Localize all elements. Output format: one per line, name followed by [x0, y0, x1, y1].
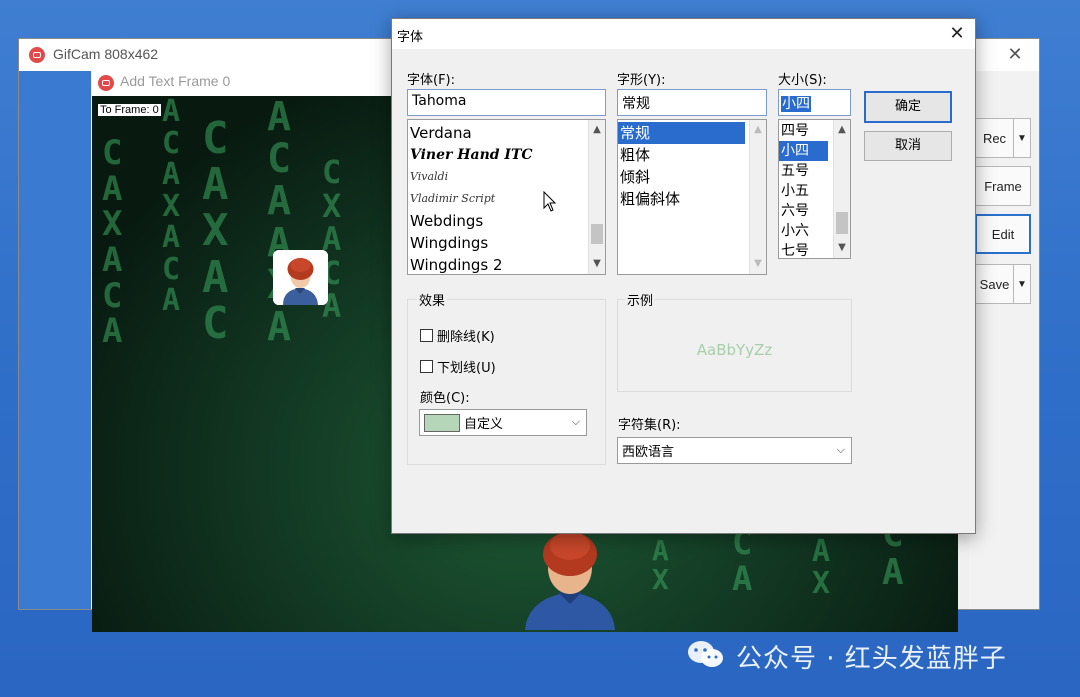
color-swatch [424, 413, 460, 432]
matrix-glyphs-decoration: C A X A C [202, 113, 229, 349]
edit-label: Edit [991, 226, 1015, 242]
list-item[interactable]: 倾斜 [618, 166, 766, 188]
effects-label: 效果 [417, 290, 448, 309]
add-text-title: Add Text Frame 0 [120, 73, 231, 89]
font-label: 字体(F): [407, 73, 456, 88]
list-item[interactable]: Verdana [408, 122, 605, 144]
list-item[interactable]: 小四 [779, 141, 828, 161]
color-label: 颜色(C): [420, 391, 470, 406]
gifcam-logo-icon [29, 47, 45, 63]
font-dialog-title: 字体 [397, 30, 424, 45]
matrix-glyphs-decoration: C A [732, 523, 753, 599]
strikeout-label: 删除线(K) [437, 330, 495, 345]
save-label: Save [979, 276, 1010, 292]
gifcam-left-panel [19, 71, 91, 609]
chevron-down-icon: ⌵ [836, 443, 845, 456]
avatar [520, 530, 620, 630]
edit-button[interactable]: Edit [975, 214, 1031, 254]
gifcam-close-icon[interactable]: ✕ [1003, 43, 1027, 67]
color-select[interactable]: 自定义 ⌵ [419, 409, 587, 436]
size-input[interactable]: 小四 [778, 89, 851, 116]
strikeout-checkbox[interactable]: 删除线(K) [420, 326, 495, 345]
charset-value: 西欧语言 [622, 445, 675, 460]
to-frame-label: To Frame: 0 [98, 104, 161, 116]
size-label: 大小(S): [778, 73, 827, 88]
list-item[interactable]: 粗体 [618, 144, 766, 166]
sample-label: 示例 [625, 290, 656, 309]
size-input-selection: 小四 [781, 96, 811, 112]
mouse-cursor-icon [543, 190, 557, 217]
style-list-scrollbar[interactable]: ▲ ▼ [749, 120, 766, 274]
size-list[interactable]: 四号 小四 五号 小五 六号 小六 七号 ▲ ▼ [778, 119, 851, 259]
list-item[interactable]: 粗偏斜体 [618, 188, 766, 210]
wechat-icon [686, 640, 726, 670]
underline-checkbox[interactable]: 下划线(U) [420, 357, 496, 376]
matrix-glyphs-decoration: A X [812, 534, 831, 601]
scroll-up-icon[interactable]: ▲ [750, 122, 766, 138]
list-item[interactable]: Wingdings 2 [408, 254, 605, 274]
chevron-down-icon: ⌵ [571, 415, 580, 428]
close-icon[interactable]: ✕ [944, 22, 970, 46]
size-list-scrollbar[interactable]: ▲ ▼ [833, 120, 850, 258]
font-name-list[interactable]: Verdana Viner Hand ITC Vivaldi Vladimir … [407, 119, 606, 275]
avatar[interactable] [273, 250, 328, 305]
ok-button[interactable]: 确定 [864, 91, 952, 123]
save-button[interactable]: Save ▼ [975, 264, 1031, 304]
matrix-glyphs-decoration: A X [652, 534, 669, 597]
scroll-down-icon[interactable]: ▼ [589, 256, 605, 272]
list-item[interactable]: Vladimir Script [408, 188, 605, 210]
style-list[interactable]: 常规 粗体 倾斜 粗偏斜体 ▲ ▼ [617, 119, 767, 275]
font-list-scrollbar[interactable]: ▲ ▼ [588, 120, 605, 274]
rec-dropdown-icon[interactable]: ▼ [1013, 119, 1030, 157]
scroll-thumb[interactable] [591, 224, 603, 244]
watermark-text: 公众号 · 红头发蓝胖子 [736, 644, 1007, 674]
frame-button[interactable]: Frame [975, 166, 1031, 206]
scroll-up-icon[interactable]: ▲ [834, 122, 850, 138]
save-dropdown-icon[interactable]: ▼ [1013, 265, 1030, 303]
gifcam-title: GifCam 808x462 [53, 46, 159, 62]
color-value: 自定义 [464, 417, 504, 432]
rec-label: Rec [982, 130, 1007, 146]
add-text-logo-icon [98, 75, 114, 91]
scroll-thumb[interactable] [836, 212, 848, 234]
scroll-down-icon[interactable]: ▼ [750, 256, 766, 272]
matrix-glyphs-decoration: A C A X A C A [162, 96, 181, 318]
font-name-input[interactable]: Tahoma [407, 89, 606, 116]
list-item[interactable]: Vivaldi [408, 166, 605, 188]
matrix-glyphs-decoration: A C A A X A [267, 96, 292, 350]
sample-text: AaBbYyZz [696, 341, 773, 359]
rec-button[interactable]: Rec ▼ [975, 118, 1031, 158]
scroll-up-icon[interactable]: ▲ [589, 122, 605, 138]
font-dialog-titlebar[interactable]: 字体 ✕ [392, 19, 975, 49]
font-dialog: 字体 ✕ 字体(F): Tahoma Verdana Viner Hand IT… [391, 18, 976, 534]
checkbox-box[interactable] [420, 360, 433, 373]
scroll-down-icon[interactable]: ▼ [834, 240, 850, 256]
charset-select[interactable]: 西欧语言 ⌵ [617, 437, 852, 464]
list-item[interactable]: Webdings [408, 210, 605, 232]
style-input[interactable]: 常规 [617, 89, 767, 116]
gifcam-toolbar: Rec ▼ Frame Edit Save ▼ [969, 71, 1039, 609]
list-item[interactable]: Viner Hand ITC [408, 144, 605, 166]
checkbox-box[interactable] [420, 329, 433, 342]
frame-label: Frame [984, 178, 1022, 194]
list-item[interactable]: Wingdings [408, 232, 605, 254]
list-item[interactable]: 常规 [618, 122, 745, 144]
charset-label: 字符集(R): [618, 418, 681, 433]
underline-label: 下划线(U) [437, 361, 496, 376]
effects-group [407, 299, 606, 465]
style-label: 字形(Y): [617, 73, 666, 88]
matrix-glyphs-decoration: C A X A C A [102, 133, 123, 352]
cancel-button[interactable]: 取消 [864, 131, 952, 161]
